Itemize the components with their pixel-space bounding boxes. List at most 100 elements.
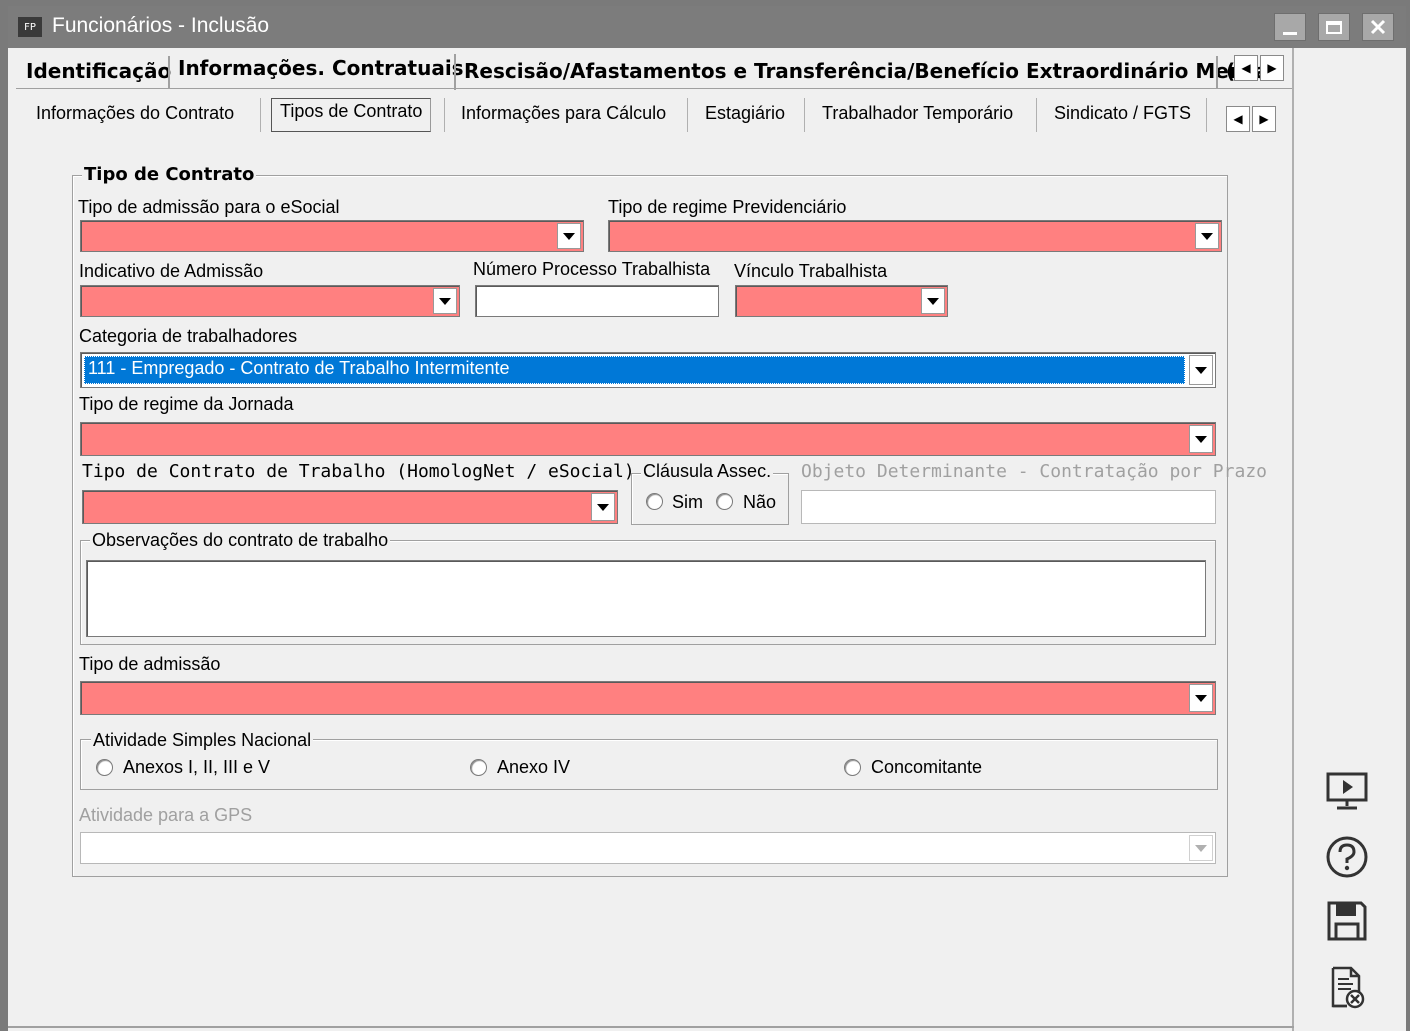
clausula-nao-radio[interactable] — [716, 493, 733, 510]
tipo-admissao-esocial-combo[interactable] — [80, 220, 584, 252]
subtab-trabalhador-temporario[interactable]: Trabalhador Temporário — [822, 103, 1013, 133]
subtab-separator — [804, 98, 805, 132]
close-button[interactable] — [1362, 13, 1394, 41]
clausula-nao-label: Não — [743, 492, 777, 512]
chevron-down-icon — [1195, 366, 1207, 374]
chevron-down-icon — [927, 297, 939, 305]
objeto-determinante-label: Objeto Determinante - Contratação por Pr… — [801, 461, 1267, 482]
tab-separator — [168, 56, 170, 88]
indicativo-admissao-combo[interactable] — [80, 285, 460, 317]
app-icon: FP — [18, 17, 42, 37]
categoria-trabalhadores-combo[interactable]: 111 - Empregado - Contrato de Trabalho I… — [80, 352, 1216, 388]
subtab-separator — [1036, 98, 1037, 132]
atividade-gps-label: Atividade para a GPS — [79, 805, 253, 825]
subtab-informacoes-contrato[interactable]: Informações do Contrato — [36, 103, 234, 133]
subtab-sindicato-fgts[interactable]: Sindicato / FGTS — [1054, 103, 1191, 133]
anexo-iv-radio[interactable] — [470, 759, 487, 776]
close-icon — [1370, 19, 1386, 35]
tipo-admissao-esocial-label: Tipo de admissão para o eSocial — [78, 197, 340, 217]
arrow-left-icon: ◀ — [1241, 61, 1251, 75]
chevron-down-icon — [1195, 694, 1207, 702]
arrow-left-icon: ◀ — [1233, 112, 1243, 126]
scroll-left-button[interactable]: ◀ — [1234, 55, 1258, 81]
observacoes-label: Observações do contrato de trabalho — [90, 530, 391, 551]
dropdown-button[interactable] — [1189, 684, 1213, 712]
title-bar: FP Funcionários - Inclusão — [8, 6, 1406, 48]
tipo-admissao-label: Tipo de admissão — [79, 654, 221, 674]
objeto-determinante-input[interactable] — [801, 490, 1216, 524]
chevron-down-icon — [1195, 844, 1207, 852]
dropdown-button[interactable] — [1195, 223, 1219, 249]
chevron-down-icon — [597, 503, 609, 511]
arrow-right-icon: ▶ — [1259, 112, 1269, 126]
maximize-icon — [1326, 20, 1342, 34]
group-title: Tipo de Contrato — [82, 164, 257, 185]
tab-informacoes-contratuais[interactable]: Informações. Contratuais — [178, 49, 464, 87]
categoria-trabalhadores-label: Categoria de trabalhadores — [79, 326, 298, 346]
tipo-contrato-trabalho-label: Tipo de Contrato de Trabalho (HomologNet… — [82, 461, 635, 482]
window-title: Funcionários - Inclusão — [52, 14, 270, 37]
help-icon — [1326, 836, 1368, 878]
chevron-down-icon — [439, 297, 451, 305]
tab-rescisao-afastamentos[interactable]: Rescisão/Afastamentos e Transferência/Be… — [464, 52, 1275, 90]
clausula-sim-radio[interactable] — [646, 493, 663, 510]
indicativo-admissao-label: Indicativo de Admissão — [79, 261, 264, 281]
save-button[interactable] — [1322, 896, 1372, 946]
monitor-play-icon — [1326, 772, 1368, 810]
tipo-regime-jornada-label: Tipo de regime da Jornada — [79, 394, 294, 414]
concomitante-radio[interactable] — [844, 759, 861, 776]
subtab-scroll-left-button[interactable]: ◀ — [1226, 106, 1250, 132]
chevron-down-icon — [563, 232, 575, 240]
tipo-admissao-combo[interactable] — [80, 681, 1216, 715]
preview-button[interactable] — [1322, 766, 1372, 816]
atividade-simples-label: Atividade Simples Nacional — [91, 730, 314, 751]
subtab-separator — [444, 98, 445, 132]
dropdown-button[interactable] — [433, 288, 457, 314]
tab-identificacao[interactable]: Identificação — [26, 52, 171, 90]
arrow-right-icon: ▶ — [1267, 61, 1277, 75]
tipo-contrato-trabalho-combo[interactable] — [82, 490, 618, 524]
numero-processo-input[interactable] — [475, 285, 719, 317]
clausula-sim-label: Sim — [672, 492, 703, 512]
save-icon — [1327, 901, 1367, 941]
vinculo-trabalhista-combo[interactable] — [735, 285, 948, 317]
tipo-regime-previdenciario-label: Tipo de regime Previdenciário — [608, 197, 847, 217]
dropdown-button[interactable] — [557, 223, 581, 249]
tab-separator — [454, 54, 456, 90]
dropdown-button[interactable] — [921, 288, 945, 314]
atividade-gps-combo[interactable] — [80, 832, 1216, 864]
subtab-separator — [1206, 98, 1207, 132]
maximize-button[interactable] — [1318, 13, 1350, 41]
subtab-tipos-contrato[interactable]: Tipos de Contrato — [271, 98, 432, 132]
content-bottom-border — [8, 1026, 1294, 1028]
dropdown-button[interactable] — [1189, 835, 1213, 861]
cancel-button[interactable] — [1322, 962, 1372, 1012]
anexos-i-ii-iii-v-radio[interactable] — [96, 759, 113, 776]
cancel-document-icon — [1331, 966, 1365, 1009]
tipo-regime-previdenciario-combo[interactable] — [608, 220, 1222, 252]
observacoes-textarea[interactable] — [86, 560, 1206, 637]
anexo-iv-label: Anexo IV — [497, 757, 571, 777]
minimize-icon — [1283, 31, 1297, 35]
tipo-regime-jornada-combo[interactable] — [80, 422, 1216, 456]
scroll-right-button[interactable]: ▶ — [1260, 55, 1284, 81]
anexos-i-ii-iii-v-label: Anexos I, II, III e V — [123, 757, 271, 777]
concomitante-label: Concomitante — [871, 757, 983, 777]
help-button[interactable] — [1322, 832, 1372, 882]
minimize-button[interactable] — [1274, 13, 1306, 41]
tab-separator — [1216, 56, 1218, 88]
subtab-scroll-right-button[interactable]: ▶ — [1252, 106, 1276, 132]
chevron-down-icon — [1195, 435, 1207, 443]
numero-processo-label: Número Processo Trabalhista — [473, 259, 711, 279]
categoria-selected-value: 111 - Empregado - Contrato de Trabalho I… — [84, 356, 1185, 384]
main-tab-scroll: ◀ ▶ — [1234, 55, 1284, 81]
dropdown-button[interactable] — [1189, 425, 1213, 453]
dropdown-button[interactable] — [591, 493, 615, 521]
subtab-separator — [260, 98, 261, 132]
dropdown-button[interactable] — [1189, 355, 1213, 385]
subtab-separator — [687, 98, 688, 132]
side-panel-divider — [1292, 48, 1294, 1031]
subtab-informacoes-calculo[interactable]: Informações para Cálculo — [461, 103, 666, 133]
vinculo-trabalhista-label: Vínculo Trabalhista — [734, 261, 888, 281]
subtab-estagiario[interactable]: Estagiário — [705, 103, 785, 133]
